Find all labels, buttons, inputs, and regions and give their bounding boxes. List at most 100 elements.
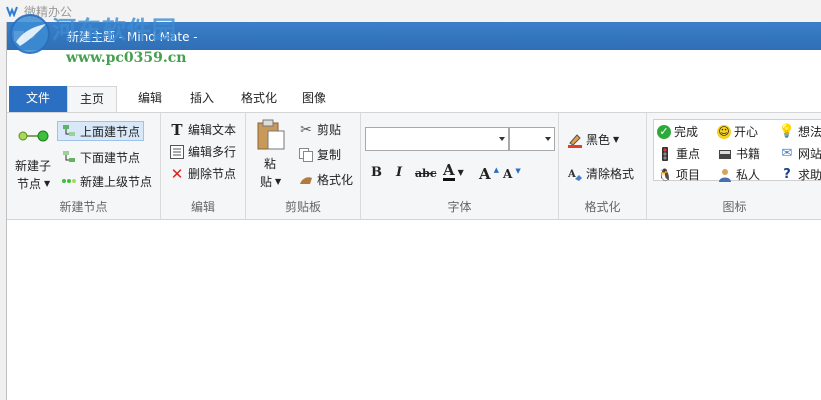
- paste-dropdown[interactable]: 贴 ▼: [260, 173, 281, 190]
- cut-label: 剪贴: [317, 123, 342, 137]
- delete-x-icon: ✕: [170, 164, 184, 183]
- check-circle-icon: ✓: [657, 124, 671, 139]
- strikethrough-button[interactable]: abc: [415, 167, 437, 180]
- icon-help[interactable]: ? 求助: [779, 166, 821, 183]
- mindmap-canvas[interactable]: [7, 221, 821, 400]
- node-above-icon: [63, 125, 75, 136]
- icon-happy-label: 开心: [734, 125, 759, 139]
- edit-multiline-label: 编辑多行: [188, 145, 237, 159]
- pen-color-icon: [568, 133, 582, 148]
- font-name-combobox[interactable]: [365, 127, 509, 151]
- scissors-icon: ✂: [300, 121, 312, 138]
- group-edit: T 编辑文本 编辑多行 ✕ 删除节点 编辑: [161, 113, 246, 219]
- icon-project[interactable]: 🐧 项目: [657, 166, 701, 183]
- icon-important[interactable]: 重点: [657, 145, 700, 162]
- copy-label: 复制: [317, 148, 342, 162]
- node-color-label: 黑色: [586, 133, 611, 147]
- tab-insert[interactable]: 插入: [179, 86, 225, 112]
- icon-idea-label: 想法: [798, 125, 821, 139]
- cut-button[interactable]: ✂ 剪贴: [298, 121, 341, 138]
- group-label-new-node: 新建节点: [59, 200, 108, 214]
- group-label-clipboard: 剪贴板: [284, 200, 321, 214]
- copy-icon: [299, 147, 313, 162]
- new-child-label-line2: 节点: [17, 177, 42, 191]
- group-clipboard: 粘 贴 ▼ ✂ 剪贴 复制 格式化 剪贴板: [246, 113, 361, 219]
- italic-button[interactable]: I: [396, 165, 402, 180]
- group-label-icons: 图标: [722, 200, 747, 214]
- edit-text-button[interactable]: T 编辑文本: [169, 121, 237, 139]
- paste-label-line2: 贴: [260, 175, 273, 189]
- parent-node-icon: [62, 179, 76, 183]
- copy-button[interactable]: 复制: [298, 146, 341, 163]
- tab-image[interactable]: 图像: [291, 86, 337, 112]
- group-icons: ✓ 完成 ☺ 开心 💡 想法 重点 书籍 ✉ 网站 🐧 项目 私人 ? 求助 图…: [647, 113, 821, 219]
- group-label-edit: 编辑: [190, 200, 215, 214]
- font-color-button[interactable]: A ▼: [443, 163, 464, 181]
- grow-font-button[interactable]: A ▲: [479, 165, 499, 183]
- paste-icon[interactable]: [256, 119, 286, 151]
- tab-edit[interactable]: 编辑: [127, 86, 173, 112]
- icon-idea[interactable]: 💡 想法: [779, 123, 821, 140]
- new-child-node-icon: [18, 130, 49, 142]
- chevron-down-icon: [545, 137, 551, 141]
- insert-parent-node-label: 新建上级节点: [80, 174, 153, 189]
- shrink-font-button[interactable]: A ▼: [503, 167, 521, 181]
- eraser-icon: A: [567, 169, 582, 181]
- question-mark-icon: ?: [783, 167, 791, 182]
- traffic-light-icon: [662, 146, 668, 161]
- smiley-icon: ☺: [717, 124, 731, 139]
- bold-button[interactable]: B: [371, 165, 382, 180]
- group-label-format: 格式化: [584, 200, 621, 214]
- new-child-label-line1: 新建子: [15, 159, 52, 173]
- icon-private[interactable]: 私人: [717, 166, 760, 183]
- clear-format-button[interactable]: A 清除格式: [567, 165, 634, 182]
- chevron-down-icon: ▼: [275, 177, 282, 186]
- insert-below-node-button[interactable]: 下面建节点: [61, 147, 140, 167]
- icon-book-label: 书籍: [736, 147, 761, 161]
- group-new-node: 新建子 节点 ▼ 上面建节点 下面建节点 新建上级节点 新建节点: [7, 113, 161, 219]
- penguin-icon: 🐧: [657, 167, 673, 182]
- icon-important-label: 重点: [676, 147, 701, 161]
- lightbulb-icon: 💡: [778, 124, 796, 139]
- edit-multiline-button[interactable]: 编辑多行: [169, 143, 236, 160]
- caret-down-icon: ▼: [515, 167, 521, 175]
- insert-parent-node-button[interactable]: 新建上级节点: [61, 171, 152, 191]
- grow-font-letter: A: [479, 165, 491, 183]
- icon-private-label: 私人: [736, 168, 761, 182]
- icon-done[interactable]: ✓ 完成: [657, 123, 698, 140]
- envelope-icon: ✉: [781, 146, 793, 161]
- insert-above-node-button[interactable]: 上面建节点: [57, 121, 145, 141]
- icon-website[interactable]: ✉ 网站: [779, 145, 821, 162]
- font-size-combobox[interactable]: [509, 127, 555, 151]
- svg-text:A: A: [567, 169, 576, 180]
- format-painter-label: 格式化: [317, 173, 354, 187]
- outer-window-titlebar: 微精办公: [0, 0, 821, 22]
- book-icon: [719, 149, 731, 159]
- icon-happy[interactable]: ☺ 开心: [717, 123, 758, 140]
- icon-done-label: 完成: [674, 125, 699, 139]
- tab-format[interactable]: 格式化: [231, 86, 287, 112]
- paste-button[interactable]: 粘: [264, 155, 276, 172]
- icon-book[interactable]: 书籍: [717, 145, 760, 162]
- app-logo-icon: [6, 6, 18, 17]
- shrink-font-letter: A: [503, 167, 513, 181]
- paste-label-line1: 粘: [264, 157, 277, 171]
- person-icon: [719, 168, 731, 182]
- icon-project-label: 项目: [676, 168, 701, 182]
- tab-home[interactable]: 主页: [67, 86, 117, 113]
- new-child-node-button[interactable]: 新建子: [15, 157, 51, 174]
- chevron-down-icon: ▼: [44, 179, 51, 188]
- chevron-down-icon: ▼: [613, 135, 620, 144]
- node-below-icon: [63, 151, 75, 162]
- quick-access-toolbar[interactable]: [13, 28, 53, 44]
- edit-text-label: 编辑文本: [188, 123, 237, 137]
- group-label-font: 字体: [447, 200, 472, 214]
- tab-file[interactable]: 文件: [9, 86, 67, 112]
- new-child-node-dropdown[interactable]: 节点 ▼: [17, 175, 50, 192]
- group-format: 黑色 ▼ A 清除格式 格式化: [559, 113, 647, 219]
- font-color-letter: A: [443, 161, 455, 181]
- delete-node-label: 删除节点: [188, 167, 237, 181]
- node-color-button[interactable]: 黑色 ▼: [567, 131, 619, 148]
- format-painter-button[interactable]: 格式化: [298, 171, 353, 188]
- delete-node-button[interactable]: ✕ 删除节点: [169, 164, 237, 183]
